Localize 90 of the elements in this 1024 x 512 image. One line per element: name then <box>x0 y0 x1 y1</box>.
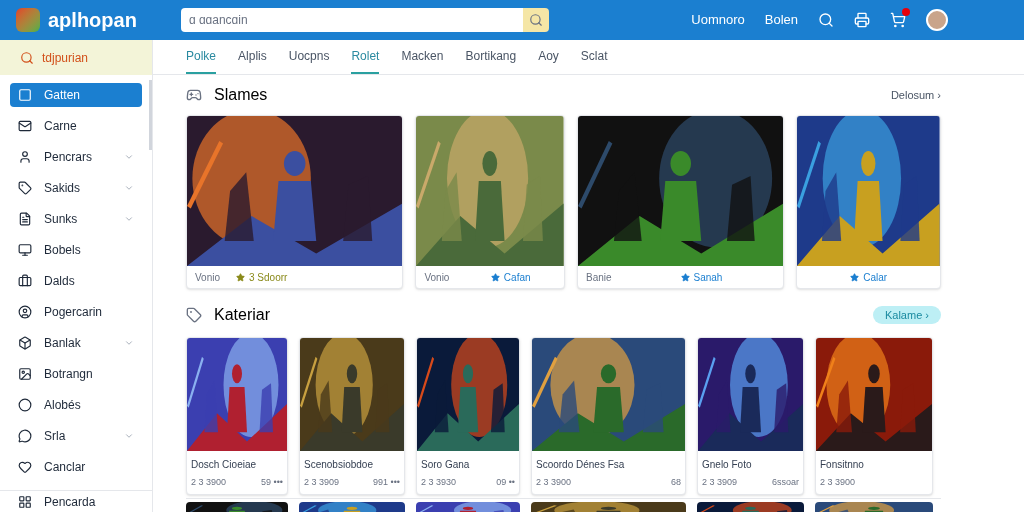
heart-icon <box>18 460 32 474</box>
sidebar-item[interactable]: Srla <box>10 424 142 448</box>
search-icon <box>528 13 543 27</box>
card-label: Vonio <box>195 270 221 285</box>
cube-icon <box>18 336 32 350</box>
cart-icon[interactable] <box>890 12 906 28</box>
tag-icon <box>186 307 202 323</box>
search-icon[interactable] <box>818 12 834 28</box>
mail-icon <box>18 119 32 133</box>
tab[interactable]: Aoy <box>538 39 559 74</box>
tab[interactable]: Rolet <box>351 39 380 74</box>
sidebar-item[interactable]: Pencrars <box>10 145 142 169</box>
user-circle-icon <box>18 305 32 319</box>
card-label: Banie <box>585 270 612 285</box>
game-meta: 68 <box>671 476 681 489</box>
app-logo: aplhopan <box>48 8 137 33</box>
game-card[interactable]: Fonsitnno 2 3 3900 <box>815 337 933 495</box>
sidebar-item[interactable]: Pogercarin <box>10 300 142 324</box>
game-card[interactable]: Vonio 3 Sdoorr <box>186 115 404 289</box>
rating: Sanah <box>680 269 723 285</box>
search-icon <box>20 50 34 65</box>
image-icon <box>18 367 32 381</box>
sidebar-item[interactable]: Dalds <box>10 269 142 293</box>
game-title: Dosch Cioeiae <box>190 458 258 472</box>
sidebar-item[interactable]: Sakids <box>10 176 142 200</box>
tab[interactable]: Macken <box>401 39 444 74</box>
game-title: Gnelo Foto <box>701 458 753 472</box>
download-count: 2 3 3930 <box>421 476 457 489</box>
sidebar-header-label: tdjpurian <box>42 49 89 67</box>
download-count: 2 3 3900 <box>820 476 856 489</box>
game-card[interactable]: Scenobsiobdoe 2 3 3909 991 ••• <box>299 337 405 495</box>
sidebar-item[interactable]: Sunks <box>10 207 142 231</box>
scrollbar[interactable] <box>149 80 152 150</box>
tab[interactable]: Uocpns <box>288 39 330 74</box>
game-card[interactable]: Gnelo Foto 2 3 3909 6ssoar <box>697 337 804 495</box>
monitor-icon <box>18 243 32 257</box>
sidebar-item[interactable]: Bobels <box>10 238 142 262</box>
tab[interactable]: Alplis <box>238 39 267 74</box>
sidebar-item[interactable]: Carne <box>10 114 142 138</box>
download-count: 2 3 3909 <box>702 476 738 489</box>
tag-icon <box>18 181 32 195</box>
grid-icon <box>18 494 32 509</box>
sidebar-item[interactable]: Botrangn <box>10 362 142 386</box>
game-card[interactable]: Soro Gana 2 3 3930 09 •• <box>416 337 520 495</box>
section-title: Slames <box>214 85 268 105</box>
tab[interactable]: Sclat <box>580 39 608 74</box>
sidebar-item[interactable]: Gatten <box>10 83 142 107</box>
briefcase-icon <box>18 274 32 288</box>
game-meta: 59 ••• <box>261 476 283 489</box>
user-icon <box>18 150 32 164</box>
game-card[interactable]: Dosch Cioeiae 2 3 3900 59 ••• <box>186 337 288 495</box>
gamepad-icon <box>186 87 202 103</box>
section-title: Kateriar <box>214 305 271 325</box>
game-card[interactable]: Calar <box>796 115 941 289</box>
avatar[interactable] <box>926 9 948 31</box>
see-all-link[interactable]: Delosum › <box>890 86 941 104</box>
tab[interactable]: Polke <box>186 39 217 74</box>
header-link[interactable]: Bolen <box>764 10 798 30</box>
download-count: 2 3 3909 <box>304 476 340 489</box>
game-title: Soro Gana <box>420 458 471 472</box>
chat-icon <box>18 429 32 443</box>
search-button[interactable] <box>522 8 549 32</box>
sidebar-footer-item[interactable]: Pencarda <box>0 490 152 512</box>
tab[interactable]: Bortikang <box>465 39 517 74</box>
header-link[interactable]: Uomnoro <box>691 10 745 30</box>
sidebar-header[interactable]: tdjpurian <box>0 40 152 75</box>
search-field[interactable]: ɑ ɑɑancɑin <box>180 8 523 32</box>
game-card[interactable]: Vonio Cafan <box>415 115 565 289</box>
game-meta: 09 •• <box>496 476 515 489</box>
document-icon <box>18 212 32 226</box>
printer-icon[interactable] <box>854 12 870 28</box>
game-title: Scoordo Dénes Fsa <box>535 458 626 472</box>
circle-icon <box>18 398 32 412</box>
sidebar-item[interactable]: Banlak <box>10 331 142 355</box>
sidebar-item[interactable]: Canclar <box>10 455 142 479</box>
rating: Cafan <box>490 269 531 285</box>
game-title: Scenobsiobdoe <box>303 458 374 472</box>
game-meta: 6ssoar <box>772 476 799 489</box>
cube-logo-icon <box>16 8 40 32</box>
rating: 3 Sdoorr <box>236 269 288 285</box>
game-card[interactable]: Scoordo Dénes Fsa 2 3 3900 68 <box>531 337 686 495</box>
sidebar-item[interactable]: Alobés <box>10 393 142 417</box>
game-meta: 991 ••• <box>373 476 400 489</box>
game-title: Fonsitnno <box>819 458 865 472</box>
rating: Calar <box>850 269 888 285</box>
download-count: 2 3 3900 <box>191 476 227 489</box>
game-card[interactable]: Banie Sanah <box>576 115 785 289</box>
download-count: 2 3 3900 <box>536 476 572 489</box>
square-icon <box>18 88 32 102</box>
card-label: Vonio <box>424 270 450 285</box>
